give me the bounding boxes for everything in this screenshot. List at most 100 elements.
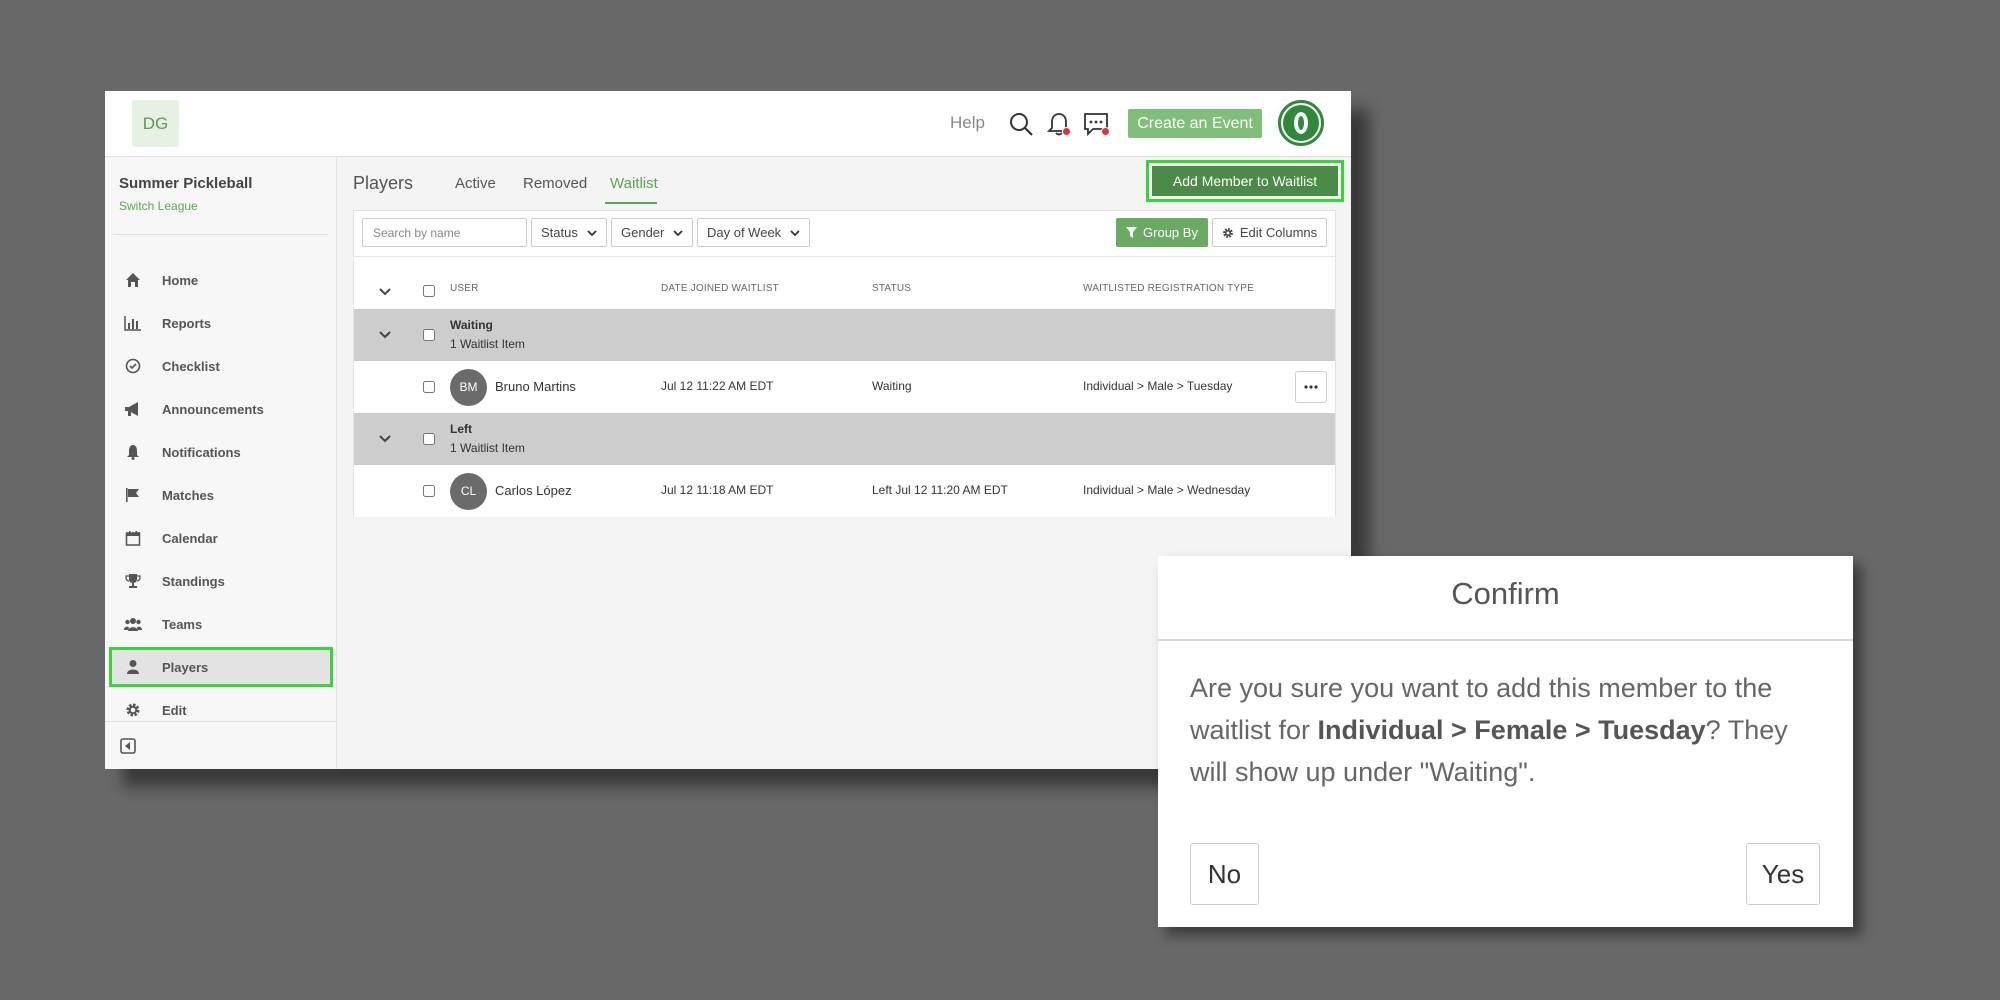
- sidebar-item-teams[interactable]: Teams: [110, 605, 332, 643]
- column-header-date-joined[interactable]: DATE JOINED WAITLIST: [661, 283, 779, 294]
- flag-icon: [124, 486, 142, 504]
- sidebar-item-notifications[interactable]: Notifications: [110, 433, 332, 471]
- group-checkbox[interactable]: [423, 329, 435, 341]
- group-count: 1 Waitlist Item: [450, 337, 525, 351]
- column-header-status[interactable]: STATUS: [872, 283, 911, 294]
- megaphone-icon: [124, 400, 142, 418]
- notifications-button[interactable]: [1046, 111, 1072, 137]
- search-input[interactable]: [362, 218, 527, 247]
- calendar-icon: [124, 529, 142, 547]
- dialog-message: Are you sure you want to add this member…: [1190, 667, 1813, 793]
- column-header-registration-type[interactable]: WAITLISTED REGISTRATION TYPE: [1083, 283, 1254, 294]
- dialog-message-registration-type: Individual > Female > Tuesday: [1317, 715, 1706, 745]
- avatar: CL: [450, 473, 487, 510]
- sidebar: Summer Pickleball Switch League Home Rep…: [105, 158, 337, 769]
- sidebar-item-calendar[interactable]: Calendar: [110, 519, 332, 557]
- chevron-down-icon[interactable]: [378, 432, 392, 446]
- table-row[interactable]: CL Carlos López Jul 12 11:18 AM EDT Left…: [354, 465, 1335, 517]
- sidebar-item-label: Announcements: [162, 401, 264, 417]
- row-actions-button[interactable]: [1295, 371, 1327, 403]
- user-name[interactable]: Bruno Martins: [495, 379, 576, 394]
- tab-active[interactable]: Active: [455, 175, 496, 192]
- sidebar-item-announcements[interactable]: Announcements: [110, 390, 332, 428]
- gender-filter-dropdown[interactable]: Gender: [611, 218, 693, 247]
- status-filter-dropdown[interactable]: Status: [531, 218, 607, 247]
- row-checkbox[interactable]: [423, 381, 435, 393]
- collapse-sidebar-icon[interactable]: [120, 738, 136, 754]
- collapse-all-chevron-icon[interactable]: [378, 285, 392, 299]
- status-text: Left Jul 12 11:20 AM EDT: [872, 483, 1008, 497]
- bar-chart-icon: [124, 314, 142, 332]
- row-checkbox[interactable]: [423, 485, 435, 497]
- waitlist-panel: Status Gender Day of Week Group By: [353, 210, 1336, 517]
- filter-icon: [1126, 227, 1138, 238]
- sidebar-item-label: Standings: [162, 573, 225, 589]
- home-icon: [124, 271, 142, 289]
- switch-league-link[interactable]: Switch League: [119, 199, 198, 213]
- edit-columns-button[interactable]: Edit Columns: [1212, 218, 1327, 247]
- chevron-down-icon: [673, 230, 683, 237]
- sidebar-item-label: Reports: [162, 315, 212, 331]
- chevron-down-icon: [790, 230, 800, 237]
- avatar: BM: [450, 369, 487, 406]
- date-joined: Jul 12 11:22 AM EDT: [661, 379, 774, 393]
- table-row[interactable]: BM Bruno Martins Jul 12 11:22 AM EDT Wai…: [354, 361, 1335, 413]
- top-bar: DG Help Create an Event: [105, 91, 1351, 157]
- group-by-button[interactable]: Group By: [1116, 218, 1208, 247]
- status-text: Waiting: [872, 379, 912, 393]
- add-member-to-waitlist-button[interactable]: Add Member to Waitlist: [1152, 166, 1338, 196]
- filter-bar: Status Gender Day of Week Group By: [354, 211, 1335, 257]
- confirm-dialog: Confirm Are you sure you want to add thi…: [1158, 556, 1853, 927]
- sidebar-item-edit[interactable]: Edit: [110, 691, 332, 729]
- sidebar-item-players[interactable]: Players: [109, 647, 333, 687]
- day-of-week-filter-dropdown[interactable]: Day of Week: [697, 218, 810, 247]
- yes-button[interactable]: Yes: [1746, 843, 1820, 905]
- registration-type: Individual > Male > Wednesday: [1083, 483, 1251, 497]
- tab-removed[interactable]: Removed: [523, 175, 587, 192]
- sidebar-item-standings[interactable]: Standings: [110, 562, 332, 600]
- message-badge: [1101, 127, 1110, 136]
- sidebar-divider: [113, 234, 328, 235]
- tab-waitlist[interactable]: Waitlist: [610, 175, 658, 192]
- sidebar-item-matches[interactable]: Matches: [110, 476, 332, 514]
- bell-icon: [124, 443, 142, 461]
- group-count: 1 Waitlist Item: [450, 441, 525, 455]
- group-checkbox[interactable]: [423, 433, 435, 445]
- gear-icon: [1222, 227, 1233, 238]
- dropdown-label: Gender: [621, 225, 665, 240]
- group-by-label: Group By: [1143, 225, 1198, 240]
- column-header-user[interactable]: USER: [450, 283, 479, 294]
- no-button[interactable]: No: [1190, 843, 1259, 905]
- sidebar-item-label: Teams: [162, 616, 203, 632]
- messages-button[interactable]: [1083, 111, 1110, 137]
- users-icon: [124, 615, 142, 633]
- profile-avatar[interactable]: [1278, 100, 1324, 146]
- group-title: Waiting: [450, 318, 493, 332]
- sidebar-item-reports[interactable]: Reports: [110, 304, 332, 342]
- dropdown-label: Status: [541, 225, 578, 240]
- help-link[interactable]: Help: [950, 113, 985, 133]
- sidebar-item-label: Notifications: [162, 444, 241, 460]
- dialog-title: Confirm: [1451, 576, 1560, 611]
- registration-type: Individual > Male > Tuesday: [1083, 379, 1233, 393]
- more-icon: [1304, 385, 1318, 389]
- sidebar-item-label: Matches: [162, 487, 215, 503]
- org-logo[interactable]: DG: [132, 100, 179, 147]
- sidebar-item-home[interactable]: Home: [110, 261, 332, 299]
- select-all-checkbox[interactable]: [423, 285, 435, 297]
- sidebar-item-label: Edit: [162, 702, 187, 718]
- dialog-divider: [1158, 639, 1853, 641]
- page-title: Players: [353, 173, 414, 193]
- active-tab-indicator: [605, 202, 657, 204]
- sidebar-item-checklist[interactable]: Checklist: [110, 347, 332, 385]
- chevron-down-icon[interactable]: [378, 328, 392, 342]
- date-joined: Jul 12 11:18 AM EDT: [661, 483, 774, 497]
- notification-badge: [1062, 127, 1071, 136]
- search-icon[interactable]: [1008, 111, 1034, 137]
- user-name[interactable]: Carlos López: [495, 483, 572, 498]
- user-icon: [124, 658, 142, 676]
- group-row-left: Left 1 Waitlist Item: [354, 413, 1335, 465]
- create-event-button[interactable]: Create an Event: [1128, 109, 1262, 138]
- sidebar-item-label: Players: [162, 659, 209, 675]
- group-title: Left: [450, 422, 472, 436]
